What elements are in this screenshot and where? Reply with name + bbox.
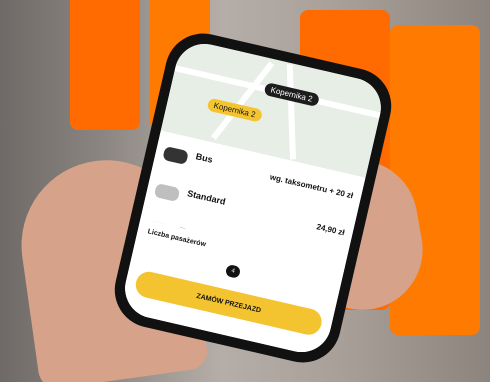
orange-bollard xyxy=(70,0,140,130)
ride-price: 24,90 zł xyxy=(315,222,346,238)
ride-name: Bus xyxy=(194,151,214,165)
dropoff-label: Kopernika 2 xyxy=(206,97,263,123)
order-button[interactable]: ZAMÓW PRZEJAZD xyxy=(133,269,325,338)
car-icon xyxy=(153,183,181,203)
map-road xyxy=(286,64,297,160)
background-photo: Kopernika 2 Kopernika 2 Bus wg. taksomet… xyxy=(0,0,490,382)
passengers-label: Liczba pasażerów xyxy=(146,228,207,249)
passenger-chip-selected[interactable]: 4 xyxy=(224,263,242,279)
ride-name: Standard xyxy=(186,188,227,207)
ride-price: wg. taksometru + 20 zł xyxy=(269,172,355,201)
bus-icon xyxy=(162,145,189,166)
